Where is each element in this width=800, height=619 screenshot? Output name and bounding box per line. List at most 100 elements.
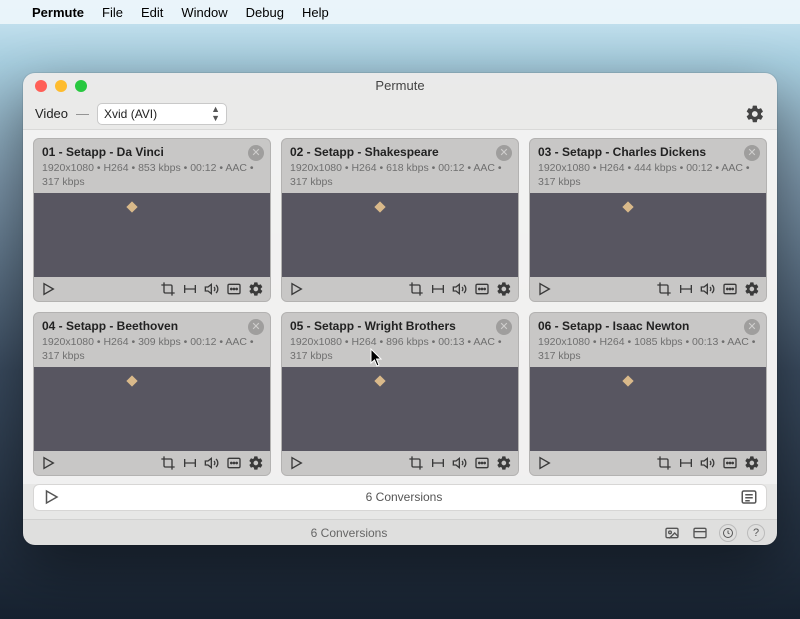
crop-button[interactable]: [160, 455, 176, 471]
crop-button[interactable]: [408, 455, 424, 471]
video-thumbnail[interactable]: [34, 367, 270, 451]
gear-icon: [496, 281, 512, 297]
card-settings-button[interactable]: [744, 281, 760, 297]
play-button[interactable]: [40, 455, 56, 471]
gear-icon: [744, 281, 760, 297]
app-window: Permute Video — Xvid (AVI) ▲▼ 01 - Setap…: [23, 73, 777, 545]
gear-icon: [745, 104, 765, 124]
history-button[interactable]: [719, 524, 737, 542]
video-thumbnail[interactable]: [530, 367, 766, 451]
trim-button[interactable]: [182, 455, 198, 471]
titlebar: Permute: [23, 73, 777, 99]
card-settings-button[interactable]: [496, 281, 512, 297]
video-thumbnail[interactable]: [34, 193, 270, 277]
audio-button[interactable]: [452, 281, 468, 297]
video-thumbnail[interactable]: [530, 193, 766, 277]
crop-button[interactable]: [656, 455, 672, 471]
audio-button[interactable]: [700, 281, 716, 297]
clock-icon: [722, 527, 734, 539]
subtitles-button[interactable]: [226, 455, 242, 471]
trim-icon: [678, 281, 694, 297]
play-icon: [42, 488, 60, 506]
menu-window[interactable]: Window: [181, 5, 227, 20]
crop-icon: [408, 281, 424, 297]
crop-button[interactable]: [408, 281, 424, 297]
image-icon: [664, 525, 680, 541]
subtitles-button[interactable]: [722, 281, 738, 297]
subtitles-icon: [474, 281, 490, 297]
trim-icon: [182, 455, 198, 471]
crop-button[interactable]: [656, 281, 672, 297]
conversion-grid: 01 - Setapp - Da Vinci 1920x1080 • H264 …: [23, 130, 777, 484]
crop-button[interactable]: [160, 281, 176, 297]
crop-icon: [160, 455, 176, 471]
card-title: 06 - Setapp - Isaac Newton: [538, 319, 758, 333]
window-title: Permute: [23, 78, 777, 93]
card-settings-button[interactable]: [496, 455, 512, 471]
video-thumbnail[interactable]: [282, 367, 518, 451]
remove-card-button[interactable]: ✕: [744, 319, 760, 335]
menu-edit[interactable]: Edit: [141, 5, 163, 20]
card-title: 02 - Setapp - Shakespeare: [290, 145, 510, 159]
finder-button[interactable]: [663, 524, 681, 542]
subtitles-button[interactable]: [474, 281, 490, 297]
play-button[interactable]: [536, 455, 552, 471]
conversion-card: 02 - Setapp - Shakespeare 1920x1080 • H2…: [281, 138, 519, 302]
close-window-button[interactable]: [35, 80, 47, 92]
preset-select[interactable]: Xvid (AVI) ▲▼: [97, 103, 227, 125]
remove-card-button[interactable]: ✕: [248, 319, 264, 335]
toolbar: Video — Xvid (AVI) ▲▼: [23, 99, 777, 130]
trim-button[interactable]: [678, 455, 694, 471]
subtitles-button[interactable]: [474, 455, 490, 471]
card-settings-button[interactable]: [744, 455, 760, 471]
trim-icon: [182, 281, 198, 297]
volume-icon: [204, 455, 220, 471]
queue-button[interactable]: [691, 524, 709, 542]
video-thumbnail[interactable]: [282, 193, 518, 277]
start-all-button[interactable]: [42, 488, 60, 506]
trim-button[interactable]: [430, 281, 446, 297]
subtitles-button[interactable]: [722, 455, 738, 471]
audio-button[interactable]: [204, 455, 220, 471]
card-meta: 1920x1080 • H264 • 618 kbps • 00:12 • AA…: [290, 161, 510, 189]
audio-button[interactable]: [204, 281, 220, 297]
remove-card-button[interactable]: ✕: [496, 319, 512, 335]
close-icon: ✕: [251, 146, 260, 159]
batch-list-button[interactable]: [740, 488, 758, 506]
help-button[interactable]: ?: [747, 524, 765, 542]
remove-card-button[interactable]: ✕: [496, 145, 512, 161]
card-settings-button[interactable]: [248, 455, 264, 471]
menu-debug[interactable]: Debug: [246, 5, 284, 20]
minimize-window-button[interactable]: [55, 80, 67, 92]
close-icon: ✕: [251, 320, 260, 333]
volume-icon: [452, 455, 468, 471]
play-button[interactable]: [536, 281, 552, 297]
conversion-card: 06 - Setapp - Isaac Newton 1920x1080 • H…: [529, 312, 767, 476]
play-button[interactable]: [288, 281, 304, 297]
trim-button[interactable]: [430, 455, 446, 471]
zoom-window-button[interactable]: [75, 80, 87, 92]
volume-icon: [452, 281, 468, 297]
trim-button[interactable]: [182, 281, 198, 297]
settings-button[interactable]: [745, 104, 765, 124]
app-menu[interactable]: Permute: [32, 5, 84, 20]
audio-button[interactable]: [452, 455, 468, 471]
play-icon: [288, 455, 304, 471]
play-button[interactable]: [288, 455, 304, 471]
menu-help[interactable]: Help: [302, 5, 329, 20]
conversion-card: 03 - Setapp - Charles Dickens 1920x1080 …: [529, 138, 767, 302]
close-icon: ✕: [747, 146, 756, 159]
remove-card-button[interactable]: ✕: [744, 145, 760, 161]
remove-card-button[interactable]: ✕: [248, 145, 264, 161]
summary-label: 6 Conversions: [68, 490, 740, 504]
preset-value: Xvid (AVI): [104, 107, 157, 121]
menu-file[interactable]: File: [102, 5, 123, 20]
card-settings-button[interactable]: [248, 281, 264, 297]
status-label: 6 Conversions: [35, 526, 663, 540]
subtitles-button[interactable]: [226, 281, 242, 297]
trim-button[interactable]: [678, 281, 694, 297]
play-icon: [536, 455, 552, 471]
audio-button[interactable]: [700, 455, 716, 471]
play-button[interactable]: [40, 281, 56, 297]
crop-icon: [656, 281, 672, 297]
